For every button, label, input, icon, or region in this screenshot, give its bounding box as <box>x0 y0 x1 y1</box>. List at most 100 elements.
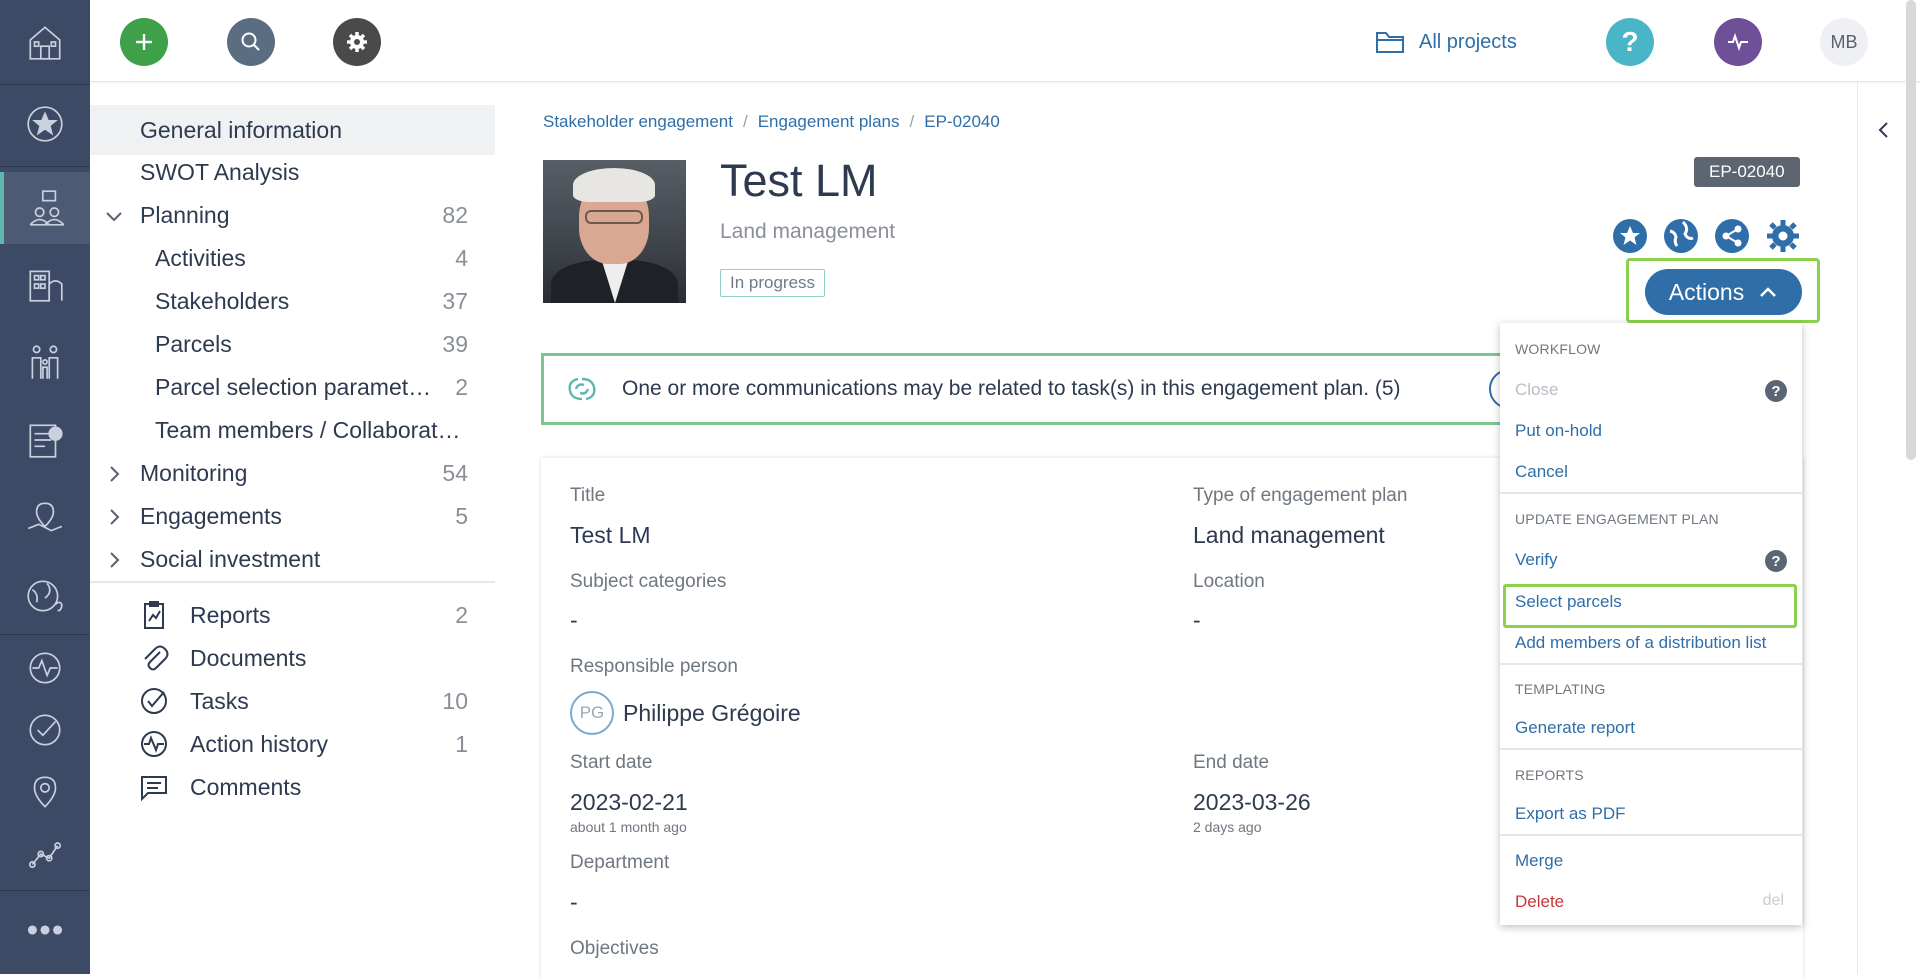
gear-icon <box>347 32 367 52</box>
breadcrumb-separator: / <box>909 112 915 131</box>
page-subtitle: Land management <box>720 220 896 243</box>
stakeholder-engagement-icon[interactable] <box>0 172 90 244</box>
page-scrollbar[interactable] <box>1906 0 1916 460</box>
nav-label: Parcels <box>155 330 232 357</box>
chevron-right-icon[interactable] <box>104 549 124 569</box>
pulse-icon <box>1728 32 1748 52</box>
nav-count: 39 <box>442 330 468 357</box>
title-value: Test LM <box>570 522 651 548</box>
link-rings-icon <box>568 377 596 401</box>
nav-label: Activities <box>155 244 246 271</box>
breadcrumb-current-id[interactable]: EP-02040 <box>924 112 1000 132</box>
nav-count: 10 <box>442 687 468 714</box>
home-icon[interactable] <box>0 10 90 74</box>
all-projects-link[interactable]: All projects <box>1375 24 1517 60</box>
top-bar: All projects ? MB <box>90 0 1920 82</box>
nav-social-investment[interactable]: Social investment <box>90 534 495 584</box>
nav-comments[interactable]: Comments <box>90 762 495 812</box>
chevron-up-icon <box>1760 287 1777 297</box>
location-value: - <box>1193 607 1201 633</box>
nav-count: 2 <box>455 601 468 628</box>
responsible-name[interactable]: Philippe Grégoire <box>623 700 801 727</box>
department-label: Department <box>570 852 670 873</box>
generate-report-menu-item[interactable]: Generate report <box>1515 718 1635 738</box>
search-button[interactable] <box>227 18 275 66</box>
favorites-star-icon[interactable] <box>0 92 90 156</box>
chevron-left-icon[interactable] <box>1874 120 1894 140</box>
title-label: Title <box>570 485 606 506</box>
status-badge: In progress <box>720 269 826 297</box>
actions-button[interactable]: Actions <box>1645 269 1802 315</box>
put-on-hold-menu-item[interactable]: Put on-hold <box>1515 421 1602 441</box>
family-icon[interactable] <box>0 330 90 394</box>
nav-label: Engagements <box>140 502 282 529</box>
share-icon[interactable] <box>1714 218 1750 254</box>
breadcrumb-stakeholder-engagement[interactable]: Stakeholder engagement <box>543 112 733 132</box>
nav-label: SWOT Analysis <box>140 158 300 185</box>
nav-count: 82 <box>442 201 468 228</box>
nav-label: Monitoring <box>140 459 248 486</box>
land-map-pin-icon[interactable] <box>0 486 90 550</box>
nav-label: Social investment <box>140 545 321 572</box>
nav-label: Team members / Collaborat… <box>155 416 461 443</box>
responsible-label: Responsible person <box>570 656 738 677</box>
help-button[interactable]: ? <box>1606 18 1654 66</box>
add-members-menu-item[interactable]: Add members of a distribution list <box>1515 633 1766 653</box>
gear-icon[interactable] <box>1765 218 1801 254</box>
help-icon[interactable]: ? <box>1765 380 1787 402</box>
activity-pulse-icon[interactable] <box>0 636 90 700</box>
analytics-line-icon[interactable] <box>0 822 90 886</box>
communications-alert: One or more communications may be relate… <box>541 353 1529 425</box>
nav-label: Reports <box>190 601 271 628</box>
verify-menu-item[interactable]: Verify <box>1515 550 1558 570</box>
favorite-star-icon[interactable] <box>1612 218 1648 254</box>
chevron-down-icon[interactable] <box>104 205 124 225</box>
left-rail <box>0 0 90 974</box>
chevron-right-icon[interactable] <box>104 506 124 526</box>
page-title: Test LM <box>720 155 878 206</box>
start-date-relative: about 1 month ago <box>570 819 687 835</box>
comment-icon <box>138 771 170 803</box>
nav-count: 5 <box>455 502 468 529</box>
actions-label: Actions <box>1668 278 1745 305</box>
more-options-icon[interactable] <box>0 898 90 962</box>
select-parcels-highlight <box>1503 584 1797 628</box>
environment-globe-icon[interactable] <box>0 564 90 628</box>
document-check-icon[interactable] <box>0 408 90 472</box>
delete-menu-item[interactable]: Delete <box>1515 892 1564 912</box>
user-avatar[interactable]: MB <box>1820 18 1868 66</box>
type-label: Type of engagement plan <box>1193 485 1408 506</box>
start-date-label: Start date <box>570 752 653 773</box>
reports-header: REPORTS <box>1515 767 1584 783</box>
record-id-badge: EP-02040 <box>1694 157 1800 187</box>
checkmark-icon[interactable] <box>0 698 90 762</box>
globe-icon[interactable] <box>1663 218 1699 254</box>
nav-divider <box>90 581 495 583</box>
nav-label: Documents <box>190 644 307 671</box>
nav-label: Parcel selection paramet… <box>155 373 432 400</box>
close-menu-item[interactable]: Close <box>1515 380 1558 400</box>
question-icon: ? <box>1621 26 1639 57</box>
workflow-header: WORKFLOW <box>1515 341 1601 357</box>
activity-button[interactable] <box>1714 18 1762 66</box>
export-pdf-menu-item[interactable]: Export as PDF <box>1515 804 1626 824</box>
nav-label: Action history <box>190 730 329 757</box>
breadcrumb-engagement-plans[interactable]: Engagement plans <box>758 112 900 132</box>
start-date-value: 2023-02-21 <box>570 789 688 815</box>
location-pin-icon[interactable] <box>0 760 90 824</box>
cancel-menu-item[interactable]: Cancel <box>1515 462 1568 482</box>
report-chart-icon <box>138 599 170 631</box>
help-icon[interactable]: ? <box>1765 550 1787 572</box>
paperclip-icon <box>138 642 170 674</box>
breadcrumb-separator: / <box>742 112 748 131</box>
add-button[interactable] <box>120 18 168 66</box>
settings-button[interactable] <box>333 18 381 66</box>
merge-menu-item[interactable]: Merge <box>1515 851 1563 871</box>
buildings-icon[interactable] <box>0 252 90 316</box>
end-date-value: 2023-03-26 <box>1193 789 1311 815</box>
nav-count: 2 <box>455 373 468 400</box>
history-pulse-icon <box>138 728 170 760</box>
chevron-right-icon[interactable] <box>104 463 124 483</box>
objectives-label: Objectives <box>570 938 659 959</box>
right-collapse-panel <box>1857 82 1909 974</box>
